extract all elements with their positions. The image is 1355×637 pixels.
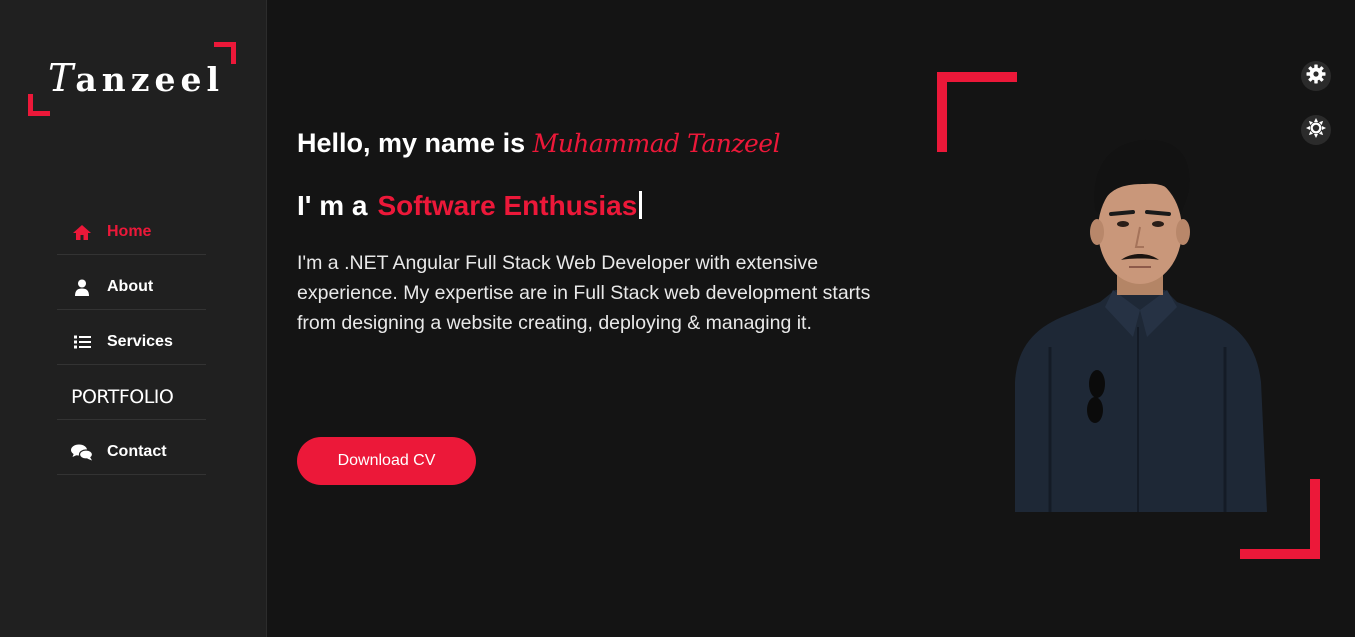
home-icon [71,223,93,241]
logo[interactable]: Tanzeel [28,42,236,116]
profile-photo [1005,132,1267,512]
user-icon [71,278,93,296]
hero-name: Muhammad Tanzeel [532,129,781,158]
nav-item-label: Services [107,333,173,350]
sidebar-nav: Home About Services PORTFOLIO Contact [57,200,206,475]
role-typed-text: Software Enthusias [377,190,638,221]
typing-cursor [639,191,643,219]
logo-initial: T [48,56,76,100]
nav-item-about[interactable]: About [57,255,206,310]
nav-item-label: Home [107,223,152,240]
comments-icon [71,443,93,461]
gear-icon [1306,64,1326,89]
role-prefix: I' m a [297,190,368,221]
logo-text: Tanzeel [48,56,224,100]
nav-item-home[interactable]: Home [57,200,206,255]
nav-item-label: PORTFOLIO [71,386,174,408]
nav-item-label: Contact [107,443,167,460]
logo-corner-bottom-left [28,94,50,116]
logo-rest: anzeel [75,60,225,99]
sun-icon [1306,117,1326,143]
role-heading: I' m a Software Enthusias [297,190,643,222]
sidebar: Tanzeel Home About Services PORTFOLIO Co… [0,0,267,637]
list-icon [71,333,93,351]
greeting-text: Hello, my name is [297,128,526,158]
bio-paragraph: I'm a .NET Angular Full Stack Web Develo… [297,252,871,334]
download-cv-button[interactable]: Download CV [297,437,476,485]
greeting-heading: Hello, my name is Muhammad Tanzeel [297,128,781,159]
nav-item-contact[interactable]: Contact [57,420,206,475]
settings-toggle[interactable] [1301,61,1331,91]
page: Tanzeel Home About Services PORTFOLIO Co… [0,0,1355,637]
nav-item-services[interactable]: Services [57,310,206,365]
nav-item-portfolio[interactable]: PORTFOLIO [57,365,206,420]
nav-item-label: About [107,278,154,295]
theme-toggle[interactable] [1301,115,1331,145]
